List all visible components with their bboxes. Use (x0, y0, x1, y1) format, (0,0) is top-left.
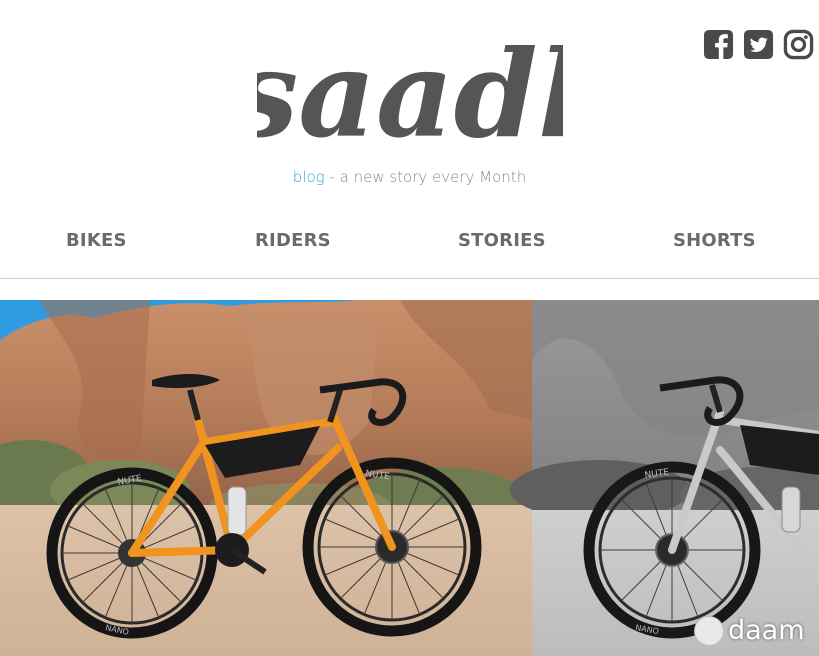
watermark: daam (694, 615, 805, 646)
tagline-text: - a new story every Month (324, 168, 527, 186)
watermark-logo-icon (694, 615, 724, 646)
instagram-icon[interactable] (783, 29, 814, 60)
watermark-text: daam (728, 615, 805, 646)
blog-link[interactable]: blog (293, 168, 325, 186)
nav-item-bikes[interactable]: BIKES (66, 230, 127, 251)
social-links (703, 29, 814, 60)
logo-text: saadl (257, 24, 563, 148)
facebook-icon[interactable] (703, 29, 734, 60)
nav-divider (0, 278, 819, 279)
nav-item-shorts[interactable]: SHORTS (673, 230, 756, 251)
nav-item-stories[interactable]: STORIES (458, 230, 546, 251)
site-logo[interactable]: saadl (257, 18, 563, 148)
main-nav: BIKES RIDERS STORIES SHORTS (0, 230, 819, 256)
twitter-icon[interactable] (743, 29, 774, 60)
tagline: blog - a new story every Month (0, 168, 819, 186)
hero-image[interactable]: NANO NUTE NUTE NUTE NANO (0, 300, 819, 656)
nav-item-riders[interactable]: RIDERS (255, 230, 331, 251)
